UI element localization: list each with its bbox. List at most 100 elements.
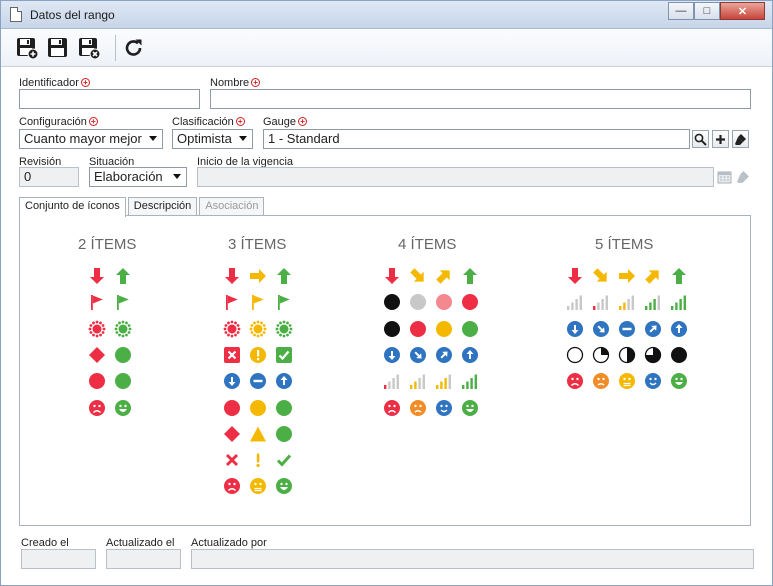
arrow-down-red-icon xyxy=(566,267,584,285)
actualizado-por-field xyxy=(191,549,754,569)
tab-descripcion[interactable]: Descripción xyxy=(127,197,198,216)
bars4-green-icon xyxy=(670,293,688,311)
icon-set-title: 2 ÍTEMS xyxy=(78,236,137,253)
arrow-upright-yellow-icon xyxy=(644,267,662,285)
circle-pink-icon xyxy=(435,293,453,311)
bars2-yellow-icon xyxy=(618,293,636,311)
face-happy-green-icon xyxy=(114,399,132,417)
pie2-black-icon xyxy=(618,346,636,364)
face-sad-red-icon xyxy=(383,399,401,417)
badge-upright-blue-icon xyxy=(644,320,662,338)
arrow-up-green-icon xyxy=(114,267,132,285)
badge-down-blue-icon xyxy=(383,346,401,364)
box-x-red-icon xyxy=(223,346,241,364)
flag-yellow-icon xyxy=(249,293,267,311)
icon-set-title: 4 ÍTEMS xyxy=(398,236,457,253)
burst-green-icon xyxy=(114,320,132,338)
actualizado-field xyxy=(106,549,181,569)
box-check-green-icon xyxy=(275,346,293,364)
identificador-field[interactable] xyxy=(19,89,200,109)
save-close-icon xyxy=(79,38,101,60)
save-close-button[interactable] xyxy=(78,37,101,60)
exclaim-yellow-icon xyxy=(249,451,267,469)
maximize-button[interactable]: □ xyxy=(694,2,720,20)
circle-black-icon xyxy=(383,320,401,338)
save-icon xyxy=(48,38,67,57)
chevron-down-icon xyxy=(149,136,157,141)
circle-green-icon xyxy=(275,399,293,417)
configuracion-value: Cuanto mayor mejor xyxy=(24,131,142,146)
circle-gray-icon xyxy=(409,293,427,311)
arrow-down-red-icon xyxy=(383,267,401,285)
date-clear-button[interactable] xyxy=(734,168,751,186)
badge-downright-blue-icon xyxy=(409,346,427,364)
actualizado-label: Actualizado el xyxy=(106,537,175,549)
minimize-button[interactable]: — xyxy=(668,2,694,20)
tab-asociacion: Asociación xyxy=(199,197,265,216)
arrow-right-yellow-icon xyxy=(249,267,267,285)
arrow-right-yellow-icon xyxy=(618,267,636,285)
circle-red-icon xyxy=(88,372,106,390)
save-plus-icon xyxy=(17,38,39,60)
save-new-button[interactable] xyxy=(16,37,39,60)
face-sad-red-icon xyxy=(223,477,241,495)
circle-red-icon xyxy=(461,293,479,311)
gauge-search-button[interactable] xyxy=(692,130,709,148)
close-button[interactable]: ✕ xyxy=(720,2,765,20)
badge-up-blue-icon xyxy=(275,372,293,390)
burst-green-icon xyxy=(275,320,293,338)
gauge-add-button[interactable] xyxy=(712,130,729,148)
tab-conjunto-iconos[interactable]: Conjunto de íconos xyxy=(19,197,126,217)
gauge-clear-button[interactable] xyxy=(732,130,749,148)
nombre-label: Nombre + xyxy=(210,77,261,89)
diamond-red-icon xyxy=(88,346,106,364)
calendar-icon xyxy=(717,171,732,184)
flag-red-icon xyxy=(223,293,241,311)
badge-up-blue-icon xyxy=(670,320,688,338)
configuracion-select[interactable]: Cuanto mayor mejor xyxy=(19,129,163,149)
circle-green-icon xyxy=(114,372,132,390)
badge-upright-blue-icon xyxy=(435,346,453,364)
toolbar xyxy=(1,29,772,67)
flag-green-icon xyxy=(275,293,293,311)
flag-green-icon xyxy=(114,293,132,311)
badge-up-blue-icon xyxy=(461,346,479,364)
bars3-yellow-icon xyxy=(435,372,453,390)
bars2-yellow-icon xyxy=(409,372,427,390)
arrow-up-green-icon xyxy=(670,267,688,285)
window-controls: — □ ✕ xyxy=(668,2,765,20)
bars4-green-icon xyxy=(461,372,479,390)
icon-set-title: 5 ÍTEMS xyxy=(595,236,654,253)
close-icon: ✕ xyxy=(737,5,748,18)
pie4-black-icon xyxy=(670,346,688,364)
situacion-value: Elaboración xyxy=(94,169,163,184)
clasificacion-label: Clasificación + xyxy=(172,116,245,128)
triangle-yellow-icon xyxy=(249,425,267,443)
required-icon: + xyxy=(298,117,308,126)
circle-yellow-icon xyxy=(435,320,453,338)
save-button[interactable] xyxy=(47,37,69,59)
badge-minus-blue-icon xyxy=(618,320,636,338)
refresh-button[interactable] xyxy=(123,37,145,59)
window: Datos del rango — □ ✕ Identificador + No… xyxy=(0,0,773,586)
burst-red-icon xyxy=(223,320,241,338)
exclaim-circle-yellow-icon xyxy=(249,346,267,364)
window-title: Datos del rango xyxy=(30,8,115,22)
plus-icon xyxy=(716,134,725,144)
arrow-downright-yellow-icon xyxy=(409,267,427,285)
situacion-select[interactable]: Elaboración xyxy=(89,167,187,187)
nombre-field[interactable] xyxy=(210,89,751,109)
circle-red-icon xyxy=(409,320,427,338)
calendar-button[interactable] xyxy=(716,168,733,186)
required-icon: + xyxy=(80,78,90,87)
maximize-icon: □ xyxy=(703,5,711,17)
clasificacion-value: Optimista xyxy=(177,131,232,146)
gauge-field[interactable]: 1 - Standard xyxy=(263,129,690,149)
arrow-up-green-icon xyxy=(275,267,293,285)
face-smile-blue-icon xyxy=(435,399,453,417)
chevron-down-icon xyxy=(173,174,181,179)
circle-green-icon xyxy=(114,346,132,364)
clasificacion-select[interactable]: Optimista xyxy=(172,129,253,149)
creado-label: Creado el xyxy=(21,537,69,549)
form-area: Identificador + Nombre + Configuración + Cu… xyxy=(1,67,772,585)
